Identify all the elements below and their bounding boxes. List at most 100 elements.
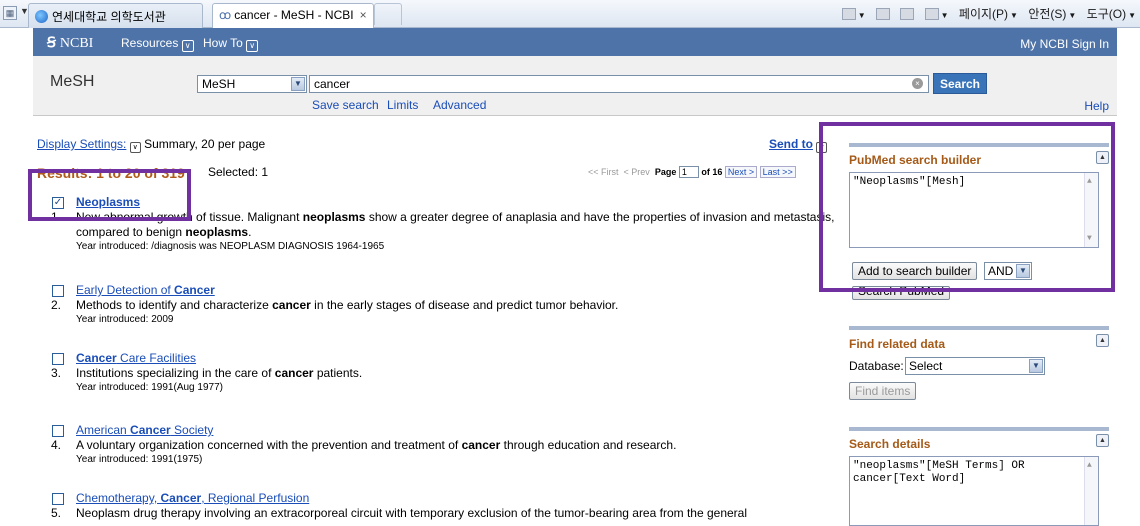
collapse-panel-icon[interactable]: ▲ bbox=[1096, 334, 1109, 347]
dropdown-icon: ▼ bbox=[1010, 11, 1018, 20]
result-description-text: through education and research. bbox=[500, 438, 677, 452]
page-menu[interactable]: 페이지(P) bbox=[959, 7, 1008, 21]
home-icon[interactable] bbox=[841, 8, 856, 20]
chevron-down-icon[interactable]: ▼ bbox=[1029, 359, 1043, 373]
result-description-text: Neoplasm drug therapy involving an extra… bbox=[76, 506, 747, 520]
page-label: Page bbox=[654, 167, 677, 177]
limits-link[interactable]: Limits bbox=[387, 98, 418, 112]
database-title: MeSH bbox=[50, 73, 95, 90]
result-title-text: Chemotherapy, bbox=[76, 491, 161, 505]
howto-label: How To bbox=[203, 36, 243, 50]
result-description-text: cancer bbox=[461, 438, 501, 452]
page-number-input[interactable]: 1 bbox=[678, 166, 699, 178]
search-details-text: "neoplasms"[MeSH Terms] OR cancer[Text W… bbox=[853, 460, 1032, 485]
result-checkbox[interactable] bbox=[52, 353, 64, 365]
search-bar-area: MeSH MeSH ▼ cancer × Search Save search Li… bbox=[33, 56, 1117, 116]
ncbi-page-icon: ꝏ bbox=[219, 8, 232, 22]
resources-menu[interactable]: Resources ∨ bbox=[121, 36, 194, 52]
result-description-text: cancer bbox=[272, 298, 311, 312]
result-title-link[interactable]: American Cancer Society bbox=[76, 423, 213, 437]
prev-page-link[interactable]: < Prev bbox=[624, 167, 650, 177]
result-year-introduced: Year introduced: 2009 bbox=[76, 314, 174, 325]
related-database-select[interactable]: Select ▼ bbox=[905, 357, 1045, 375]
result-title-text: Society bbox=[170, 423, 214, 437]
ncbi-logo-text: NCBI bbox=[59, 36, 94, 51]
result-checkbox[interactable] bbox=[52, 285, 64, 297]
last-page-button[interactable]: Last >> bbox=[759, 166, 796, 178]
close-tab-icon[interactable]: × bbox=[360, 8, 367, 22]
related-database-value: Select bbox=[909, 359, 943, 373]
tab-label: 연세대학교 의학도서관 bbox=[52, 10, 166, 24]
dropdown-icon[interactable]: ▼ bbox=[941, 11, 949, 20]
next-page-button[interactable]: Next > bbox=[724, 166, 758, 178]
collapse-panel-icon[interactable]: ▲ bbox=[1096, 434, 1109, 447]
print-icon[interactable] bbox=[924, 8, 939, 20]
result-title-text: , Regional Perfusion bbox=[201, 491, 310, 505]
pager: << First < Prev Page 1 of 16 Next > Last… bbox=[588, 166, 796, 178]
panel-divider bbox=[849, 326, 1109, 330]
ncbi-header: Ꞩ NCBI Resources ∨ How To ∨ My NCBI Sign … bbox=[33, 28, 1117, 56]
result-description-text: . bbox=[248, 225, 252, 239]
result-checkbox[interactable] bbox=[52, 425, 64, 437]
dropdown-icon[interactable]: ▼ bbox=[858, 11, 866, 20]
search-button[interactable]: Search bbox=[933, 73, 987, 94]
tab-label: cancer - MeSH - NCBI bbox=[234, 8, 354, 22]
first-page-link[interactable]: << First bbox=[588, 167, 619, 177]
scroll-up-icon[interactable]: ▲ bbox=[1087, 459, 1092, 472]
result-number: 2. bbox=[51, 298, 62, 312]
help-link[interactable]: Help bbox=[1084, 99, 1109, 113]
result-year-introduced: Year introduced: 1991(1975) bbox=[76, 454, 203, 465]
selected-count: Selected: 1 bbox=[208, 165, 269, 179]
result-title-link[interactable]: Cancer Care Facilities bbox=[76, 351, 196, 365]
annotation-highlight-neoplasms bbox=[28, 169, 191, 221]
feeds-icon[interactable] bbox=[875, 8, 890, 20]
panel-divider bbox=[849, 427, 1109, 431]
display-settings-value: Summary, 20 per page bbox=[144, 137, 266, 151]
result-description-text: neoplasms bbox=[185, 225, 249, 239]
browser-tab-library[interactable]: 연세대학교 의학도서관 bbox=[28, 3, 203, 28]
new-tab-button[interactable] bbox=[374, 3, 402, 25]
dropdown-icon: ▼ bbox=[1128, 11, 1136, 20]
result-number: 3. bbox=[51, 366, 62, 380]
display-settings-link[interactable]: Display Settings: bbox=[37, 137, 126, 151]
result-description-text: Institutions specializing in the care of bbox=[76, 366, 275, 380]
result-description-text: A voluntary organization concerned with … bbox=[76, 438, 462, 452]
mail-icon[interactable] bbox=[900, 8, 915, 20]
howto-menu[interactable]: How To ∨ bbox=[203, 36, 259, 52]
chevron-down-icon: ∨ bbox=[246, 40, 259, 52]
result-title-text: Cancer bbox=[174, 283, 215, 297]
result-checkbox[interactable] bbox=[52, 493, 64, 505]
search-details-textarea[interactable]: "neoplasms"[MeSH Terms] OR cancer[Text W… bbox=[849, 456, 1099, 526]
result-title-link[interactable]: Chemotherapy, Cancer, Regional Perfusion bbox=[76, 491, 309, 505]
save-search-link[interactable]: Save search bbox=[312, 98, 379, 112]
my-ncbi-sign-in-link[interactable]: My NCBI Sign In bbox=[1020, 37, 1109, 51]
result-number: 4. bbox=[51, 438, 62, 452]
clear-search-icon[interactable]: × bbox=[912, 78, 923, 89]
find-items-button[interactable]: Find items bbox=[849, 382, 917, 400]
browser-tab-mesh[interactable]: ꝏ cancer - MeSH - NCBI × bbox=[212, 3, 374, 28]
advanced-link[interactable]: Advanced bbox=[433, 98, 486, 112]
result-description: Neoplasm drug therapy involving an extra… bbox=[76, 506, 836, 521]
database-select-value: MeSH bbox=[202, 77, 236, 91]
send-to-label: Send to bbox=[769, 137, 813, 151]
result-title-text: Cancer bbox=[130, 423, 171, 437]
page-total: of 16 bbox=[701, 167, 723, 177]
result-description: Institutions specializing in the care of… bbox=[76, 366, 836, 381]
tools-menu[interactable]: 도구(O) bbox=[1087, 7, 1126, 21]
result-title-text: Cancer bbox=[160, 491, 202, 505]
chevron-down-icon[interactable]: ∨ bbox=[129, 142, 141, 153]
browser-tab-bar: ▦ ▼ 연세대학교 의학도서관 ꝏ cancer - MeSH - NCBI × ▼… bbox=[0, 0, 1140, 28]
result-title-link[interactable]: Early Detection of Cancer bbox=[76, 283, 215, 297]
result-description-text: neoplasms bbox=[302, 210, 366, 224]
database-select[interactable]: MeSH ▼ bbox=[197, 75, 307, 93]
result-title-text: American bbox=[76, 423, 131, 437]
safety-menu[interactable]: 안전(S) bbox=[1028, 7, 1066, 21]
search-input[interactable]: cancer × bbox=[309, 75, 929, 93]
result-description: Methods to identify and characterize can… bbox=[76, 298, 836, 313]
chevron-down-icon[interactable]: ▼ bbox=[291, 77, 305, 91]
textarea-scrollbar[interactable]: ▲ bbox=[1084, 457, 1098, 525]
ncbi-logo[interactable]: Ꞩ NCBI bbox=[47, 34, 93, 52]
ie-page-icon bbox=[35, 10, 48, 23]
ncbi-logo-icon: Ꞩ bbox=[47, 34, 56, 50]
quick-tabs-icon[interactable]: ▦ bbox=[3, 6, 17, 20]
